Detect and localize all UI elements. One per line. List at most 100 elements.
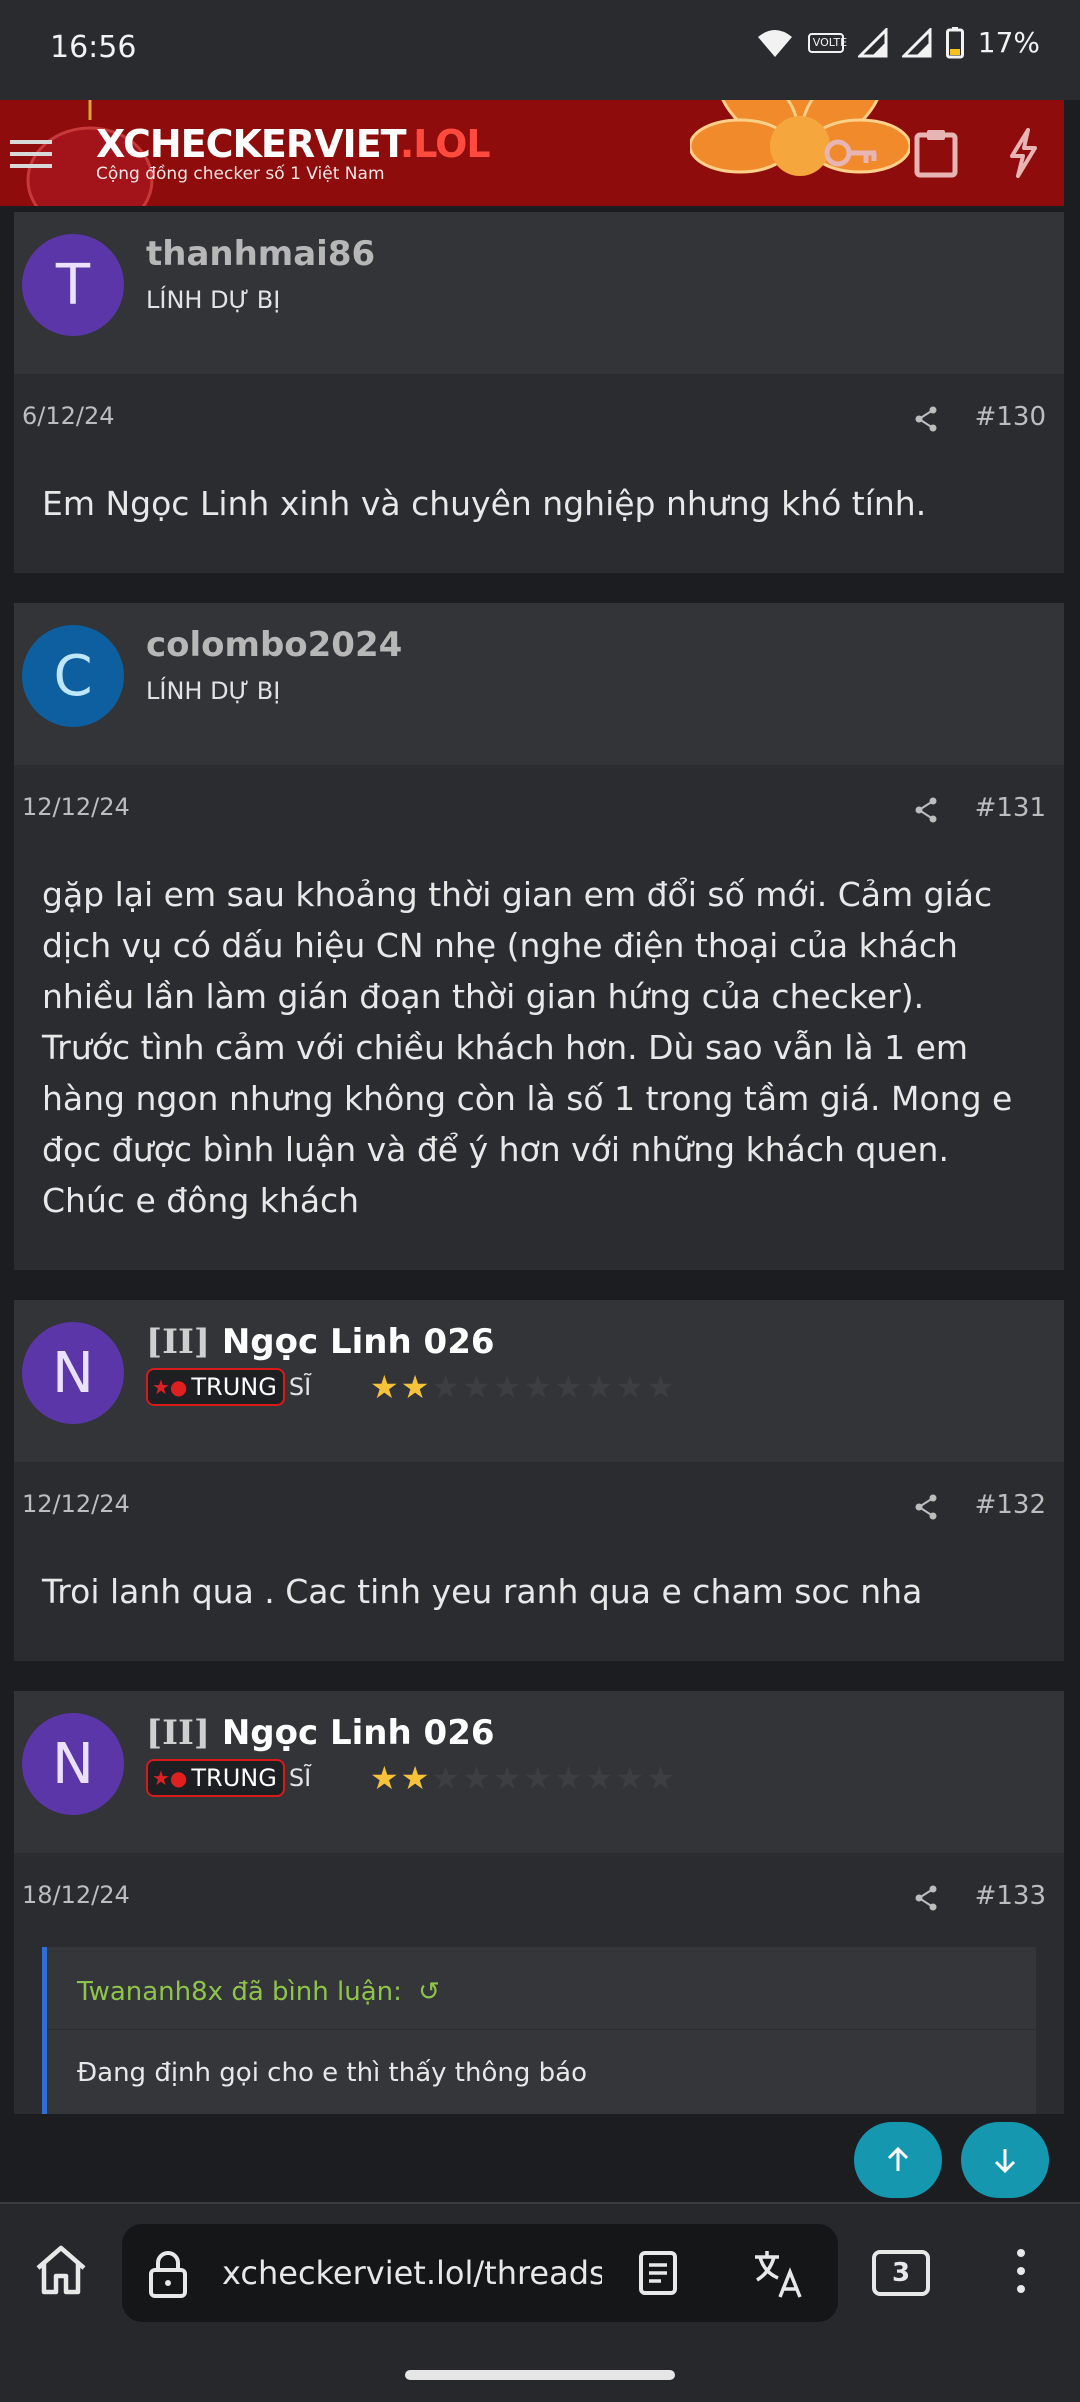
star-empty-icon: ★ [584, 1368, 614, 1406]
user-prefix: [II] [146, 1322, 210, 1362]
hamburger-menu-icon[interactable] [10, 138, 52, 170]
share-icon[interactable] [914, 406, 938, 432]
wifi-icon [757, 29, 792, 57]
post-paragraph: gặp lại em sau khoảng thời gian em đổi s… [42, 875, 993, 1016]
home-icon[interactable] [34, 2244, 88, 2296]
username[interactable]: thanhmai86 [146, 234, 375, 274]
post-date[interactable]: 12/12/24 [22, 1490, 130, 1518]
user-block: N [II] Ngọc Linh 026 ★● TRUNG SĨ ★ ★ ★ ★ ★ ★ ★ ★… [14, 1300, 1064, 1462]
user-block: N [II] Ngọc Linh 026 ★● TRUNG SĨ ★ ★ ★ ★ ★ ★ ★ ★… [14, 1691, 1064, 1853]
star-empty-icon: ★ [646, 1759, 675, 1797]
tab-switcher-button[interactable]: 3 [872, 2250, 930, 2296]
star-empty-icon: ★ [615, 1759, 645, 1797]
username[interactable]: [II] Ngọc Linh 026 [146, 1713, 495, 1753]
avatar[interactable]: C [22, 625, 124, 727]
avatar[interactable]: N [22, 1713, 124, 1815]
star-empty-icon: ★ [462, 1368, 491, 1406]
post-131: C colombo2024 LÍNH DỰ BỊ 12/12/24 #131 g… [14, 603, 1064, 1270]
user-prefix: [II] [146, 1713, 210, 1753]
username[interactable]: colombo2024 [146, 625, 402, 665]
username[interactable]: [II] Ngọc Linh 026 [146, 1322, 495, 1362]
share-icon[interactable] [914, 1494, 938, 1520]
clipboard-icon[interactable] [914, 128, 958, 178]
post-133: N [II] Ngọc Linh 026 ★● TRUNG SĨ ★ ★ ★ ★ ★ ★ ★ ★… [14, 1691, 1064, 2114]
more-options-icon[interactable] [1016, 2248, 1026, 2294]
reader-mode-icon[interactable] [638, 2250, 678, 2296]
post-date[interactable]: 18/12/24 [22, 1881, 130, 1909]
post-130: T thanhmai86 LÍNH DỰ BỊ 6/12/24 #130 Em … [14, 212, 1064, 573]
post-number[interactable]: #132 [975, 1490, 1046, 1520]
signal-icon [857, 27, 888, 57]
star-empty-icon: ★ [646, 1368, 675, 1406]
star-filled-icon: ★ [370, 1759, 399, 1797]
rank-badge: ★● TRUNG [146, 1368, 285, 1406]
rank-star-icon: ★● [152, 1375, 188, 1399]
star-empty-icon: ★ [431, 1759, 461, 1797]
star-empty-icon: ★ [431, 1368, 461, 1406]
user-block: C colombo2024 LÍNH DỰ BỊ [14, 603, 1064, 765]
post-meta: 6/12/24 #130 [14, 374, 1064, 464]
user-title: LÍNH DỰ BỊ [146, 286, 281, 314]
avatar[interactable]: T [22, 234, 124, 336]
gesture-home-indicator[interactable] [405, 2370, 675, 2380]
user-title: LÍNH DỰ BỊ [146, 677, 281, 705]
translate-icon[interactable] [752, 2248, 804, 2300]
quote-author[interactable]: Twananh8x đã bình luận: ↺ [47, 1947, 1036, 2030]
post-meta: 12/12/24 #131 [14, 765, 1064, 855]
lock-icon[interactable] [148, 2250, 188, 2298]
post-132: N [II] Ngọc Linh 026 ★● TRUNG SĨ ★ ★ ★ ★ ★ ★ ★ ★… [14, 1300, 1064, 1661]
address-bar[interactable]: xcheckerviet.lol/threads/tdl [122, 2224, 838, 2322]
status-bar: 16:56 VOLTE 17% [0, 0, 1080, 100]
url-text[interactable]: xcheckerviet.lol/threads/tdl [222, 2254, 602, 2292]
quote-text: Đang định gọi cho e thì thấy thông báo [77, 2058, 587, 2088]
post-number[interactable]: #133 [975, 1881, 1046, 1911]
signal-2-icon [901, 27, 932, 57]
scroll-to-bottom-button[interactable] [961, 2122, 1049, 2198]
post-date[interactable]: 12/12/24 [22, 793, 130, 821]
avatar[interactable]: N [22, 1322, 124, 1424]
battery-icon [945, 26, 964, 58]
user-rank: ★● TRUNG SĨ [146, 1759, 311, 1797]
volte-icon: VOLTE [807, 32, 847, 53]
quote-jump-icon[interactable]: ↺ [418, 1977, 440, 2007]
post-date[interactable]: 6/12/24 [22, 402, 115, 430]
star-filled-icon: ★ [400, 1368, 430, 1406]
star-empty-icon: ★ [554, 1368, 583, 1406]
rank-badge: ★● TRUNG [146, 1759, 285, 1797]
post-paragraph: Troi lanh qua . Cac tinh yeu ranh qua e … [42, 1572, 923, 1611]
quote-block: Twananh8x đã bình luận: ↺ Đang định gọi … [42, 1947, 1036, 2114]
rank-star-icon: ★● [152, 1766, 188, 1790]
post-body: Troi lanh qua . Cac tinh yeu ranh qua e … [14, 1552, 1064, 1661]
site-header: XCHECKERVIET.LOL Cộng đồng checker số 1 … [0, 100, 1064, 206]
battery-percent: 17% [977, 26, 1040, 59]
status-time: 16:56 [50, 30, 137, 65]
post-paragraph: Em Ngọc Linh xinh và chuyên nghiệp nhưng… [42, 484, 927, 523]
user-rank: ★● TRUNG SĨ [146, 1368, 311, 1406]
share-icon[interactable] [914, 1885, 938, 1911]
browser-toolbar: xcheckerviet.lol/threads/tdl 3 [0, 2202, 1080, 2402]
scroll-to-top-button[interactable] [854, 2122, 942, 2198]
post-number[interactable]: #130 [975, 402, 1046, 432]
star-empty-icon: ★ [554, 1759, 583, 1797]
post-meta: 12/12/24 #132 [14, 1462, 1064, 1552]
star-empty-icon: ★ [584, 1759, 614, 1797]
lightning-icon[interactable] [1008, 128, 1038, 178]
status-icons: VOLTE 17% [756, 26, 1040, 59]
post-body: Em Ngọc Linh xinh và chuyên nghiệp nhưng… [14, 464, 1064, 573]
star-empty-icon: ★ [523, 1368, 553, 1406]
post-paragraph: Trước tình cảm với chiều khách hơn. Dù s… [42, 1028, 1013, 1220]
star-rating: ★ ★ ★ ★ ★ ★ ★ ★ ★ ★ [370, 1370, 675, 1404]
star-empty-icon: ★ [615, 1368, 645, 1406]
post-meta: 18/12/24 #133 [14, 1853, 1064, 1943]
post-body: gặp lại em sau khoảng thời gian em đổi s… [14, 855, 1064, 1270]
site-logo[interactable]: XCHECKERVIET.LOL [96, 122, 491, 166]
post-number[interactable]: #131 [975, 793, 1046, 823]
star-empty-icon: ★ [523, 1759, 553, 1797]
share-icon[interactable] [914, 797, 938, 823]
site-tagline: Cộng đồng checker số 1 Việt Nam [96, 164, 385, 184]
key-icon[interactable] [822, 128, 880, 178]
star-filled-icon: ★ [400, 1759, 430, 1797]
star-rating: ★ ★ ★ ★ ★ ★ ★ ★ ★ ★ [370, 1761, 675, 1795]
star-empty-icon: ★ [462, 1759, 491, 1797]
user-block: T thanhmai86 LÍNH DỰ BỊ [14, 212, 1064, 374]
